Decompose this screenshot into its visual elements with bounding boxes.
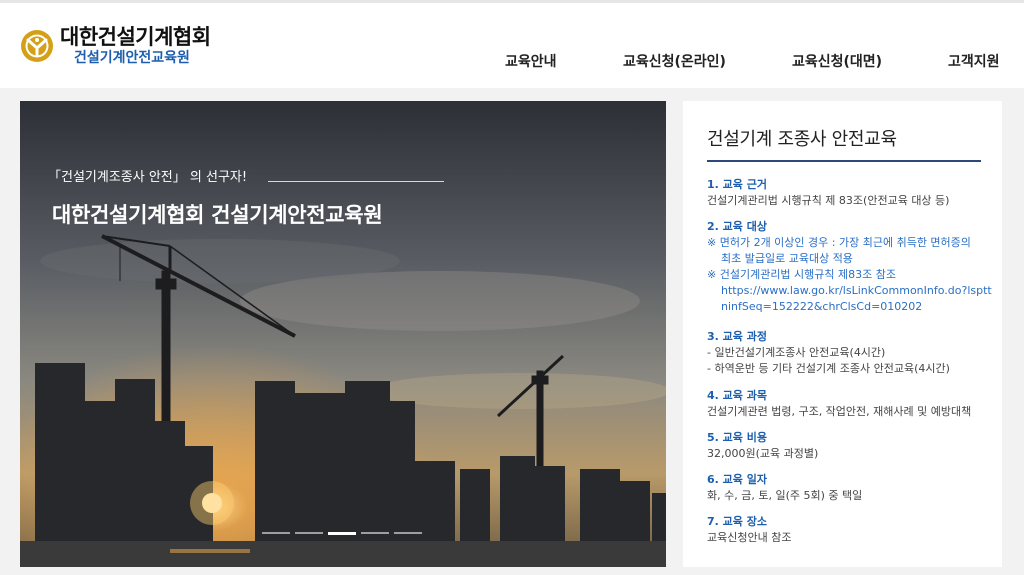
main-nav: 교육안내 교육신청(온라인) 교육신청(대면) 고객지원	[0, 51, 1024, 71]
nav-item-customer-support[interactable]: 고객지원	[948, 51, 1000, 71]
hero-tagline: 「건설기계조종사 안전」 의 선구자!	[48, 170, 248, 185]
panel-divider	[707, 160, 981, 162]
section-location: 7. 교육 장소 교육신청안내 참조	[707, 514, 993, 546]
section-heading: 5. 교육 비용	[707, 431, 767, 444]
section-note: 최초 발급일로 교육대상 적용	[721, 252, 853, 265]
section-text: 건설기계관리법 시행규칙 제 83조(안전교육 대상 등)	[707, 194, 950, 207]
section-course: 3. 교육 과정 - 일반건설기계조종사 안전교육(4시간) - 하역운반 등 …	[707, 329, 993, 377]
section-text: 건설기계관련 법령, 구조, 작업안전, 재해사례 및 예방대책	[707, 405, 972, 418]
section-text: 교육신청안내 참조	[707, 531, 792, 544]
slide-dot-3[interactable]	[328, 532, 356, 535]
section-text: - 일반건설기계조종사 안전교육(4시간)	[707, 346, 886, 359]
section-heading: 4. 교육 과목	[707, 389, 767, 402]
law-link-continued[interactable]: ninfSeq=152222&chrClsCd=010202	[707, 299, 993, 315]
section-note: ※ 건설기계관리법 시행규칙 제83조 참조	[707, 268, 896, 281]
section-heading: 7. 교육 장소	[707, 515, 767, 528]
section-target: 2. 교육 대상 ※ 면허가 2개 이상인 경우 : 가장 최근에 취득한 면허…	[707, 219, 993, 315]
section-basis: 1. 교육 근거 건설기계관리법 시행규칙 제 83조(안전교육 대상 등)	[707, 177, 993, 209]
section-dates: 6. 교육 일자 화, 수, 금, 토, 일(주 5회) 중 택일	[707, 472, 993, 504]
law-link[interactable]: https://www.law.go.kr/lsLinkCommonInfo.d…	[707, 283, 993, 299]
slide-dot-5[interactable]	[394, 532, 422, 534]
slide-indicators	[262, 532, 422, 535]
section-cost: 5. 교육 비용 32,000원(교육 과정별)	[707, 430, 993, 462]
hero-divider	[268, 181, 444, 182]
section-heading: 1. 교육 근거	[707, 178, 767, 191]
nav-item-offline-apply[interactable]: 교육신청(대면)	[792, 51, 882, 71]
logo-title: 대한건설기계협회	[60, 25, 211, 49]
nav-item-online-apply[interactable]: 교육신청(온라인)	[623, 51, 726, 71]
panel-title: 건설기계 조종사 안전교육	[707, 129, 897, 150]
nav-item-education-info[interactable]: 교육안내	[505, 51, 557, 71]
hero-title: 대한건설기계협회 건설기계안전교육원	[52, 203, 383, 227]
section-text: - 하역운반 등 기타 건설기계 조종사 안전교육(4시간)	[707, 362, 950, 375]
section-subjects: 4. 교육 과목 건설기계관련 법령, 구조, 작업안전, 재해사례 및 예방대…	[707, 388, 993, 420]
slide-dot-2[interactable]	[295, 532, 323, 534]
hero-banner[interactable]: 「건설기계조종사 안전」 의 선구자! 대한건설기계협회 건설기계안전교육원	[20, 101, 666, 567]
section-heading: 2. 교육 대상	[707, 220, 767, 233]
slide-dot-1[interactable]	[262, 532, 290, 534]
slide-dot-4[interactable]	[361, 532, 389, 534]
section-text: 32,000원(교육 과정별)	[707, 447, 819, 460]
section-heading: 3. 교육 과정	[707, 330, 767, 343]
section-text: 화, 수, 금, 토, 일(주 5회) 중 택일	[707, 489, 863, 502]
education-info-panel: 건설기계 조종사 안전교육 1. 교육 근거 건설기계관리법 시행규칙 제 83…	[683, 101, 1002, 567]
section-note: ※ 면허가 2개 이상인 경우 : 가장 최근에 취득한 면허증의	[707, 236, 971, 249]
section-heading: 6. 교육 일자	[707, 473, 767, 486]
site-header: 대한건설기계협회 건설기계안전교육원 교육안내 교육신청(온라인) 교육신청(대…	[0, 0, 1024, 88]
